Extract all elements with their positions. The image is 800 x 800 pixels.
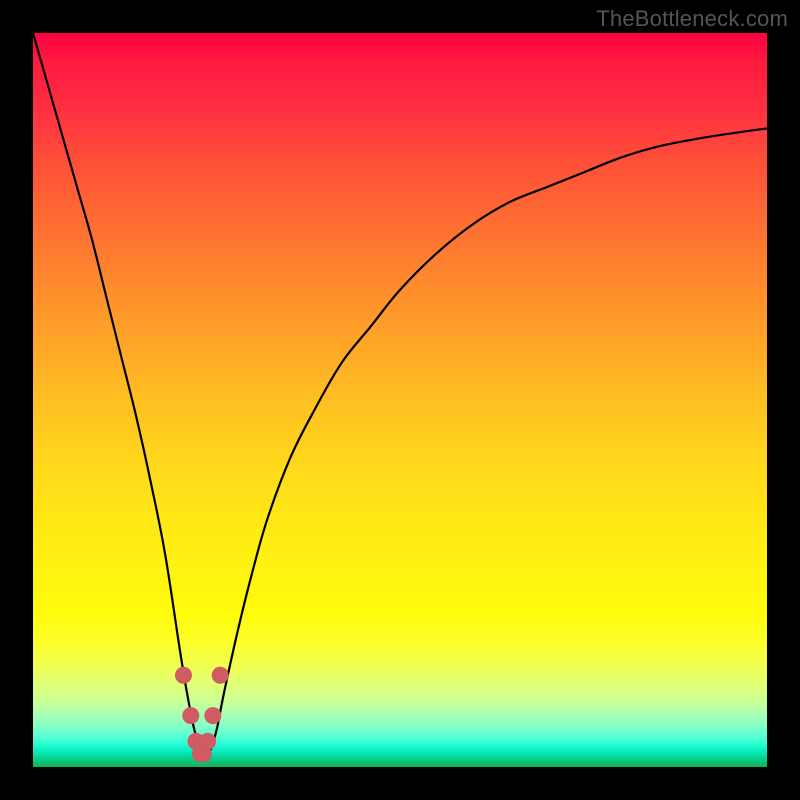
plot-area [33,33,767,767]
curve-marker-dot [204,707,221,724]
curve-marker-dot [199,733,216,750]
bottleneck-curve [33,33,767,767]
curve-marker-dot [212,667,229,684]
watermark-text: TheBottleneck.com [596,6,788,32]
curve-marker-dot [175,667,192,684]
curve-marker-dot [182,707,199,724]
chart-frame: TheBottleneck.com [0,0,800,800]
